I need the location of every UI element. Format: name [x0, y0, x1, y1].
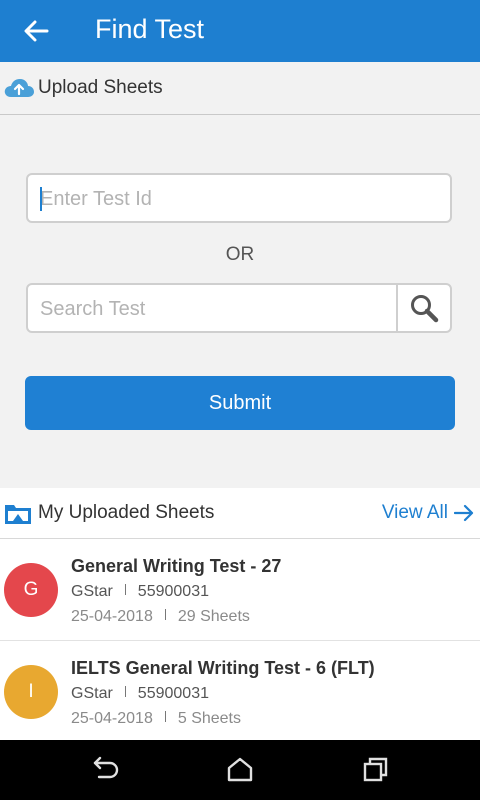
upload-date: 25-04-2018: [71, 710, 153, 727]
submit-button[interactable]: Submit: [25, 376, 455, 430]
search-test-field[interactable]: [26, 283, 452, 333]
org-name: GStar: [71, 685, 113, 702]
upload-sheets-label: Upload Sheets: [38, 77, 163, 98]
back-button[interactable]: [14, 9, 58, 53]
list-item[interactable]: I IELTS General Writing Test - 6 (FLT) G…: [0, 641, 480, 742]
org-name: GStar: [71, 583, 113, 600]
search-test-input[interactable]: [40, 296, 400, 322]
recent-apps-icon[interactable]: [361, 756, 389, 782]
separator: [124, 686, 126, 697]
page-title: Find Test: [95, 14, 205, 44]
back-nav-icon[interactable]: [90, 756, 120, 782]
test-id-input[interactable]: [40, 186, 400, 212]
test-details: 25-04-2018 5 Sheets: [71, 710, 241, 728]
text-caret: [40, 187, 42, 211]
test-name: General Writing Test - 27: [71, 556, 282, 576]
upload-sheets-button[interactable]: Upload Sheets: [0, 62, 480, 115]
upload-date: 25-04-2018: [71, 608, 153, 625]
cloud-upload-icon: [4, 79, 34, 97]
list-item[interactable]: G General Writing Test - 27 GStar 5590003…: [0, 539, 480, 641]
uploaded-sheets-header: My Uploaded Sheets View All: [0, 488, 480, 539]
test-id-field[interactable]: [26, 173, 452, 223]
search-icon: [411, 295, 439, 323]
test-meta: GStar 55900031: [71, 583, 209, 601]
or-divider-text: OR: [225, 244, 255, 265]
arrow-left-icon: [24, 20, 49, 42]
home-nav-icon[interactable]: [226, 756, 254, 782]
app-bar: Find Test: [0, 0, 480, 62]
separator: [164, 711, 166, 722]
test-meta: GStar 55900031: [71, 685, 209, 703]
sheet-count: 5 Sheets: [177, 710, 241, 727]
search-button[interactable]: [396, 285, 450, 331]
test-name: IELTS General Writing Test - 6 (FLT): [71, 658, 375, 678]
folder-icon: [5, 505, 31, 524]
system-nav-bar: [0, 740, 480, 800]
arrow-right-icon: [454, 504, 474, 522]
separator: [124, 584, 126, 595]
separator: [164, 609, 166, 620]
test-code: 55900031: [137, 685, 209, 702]
uploaded-sheets-section: My Uploaded Sheets View All G General Wr…: [0, 488, 480, 742]
sheet-count: 29 Sheets: [177, 608, 250, 625]
avatar: G: [4, 563, 58, 617]
avatar: I: [4, 665, 58, 719]
view-all-link[interactable]: View All: [382, 502, 474, 524]
test-code: 55900031: [137, 583, 209, 600]
test-details: 25-04-2018 29 Sheets: [71, 608, 250, 626]
view-all-label: View All: [381, 502, 448, 523]
section-title: My Uploaded Sheets: [38, 502, 215, 523]
